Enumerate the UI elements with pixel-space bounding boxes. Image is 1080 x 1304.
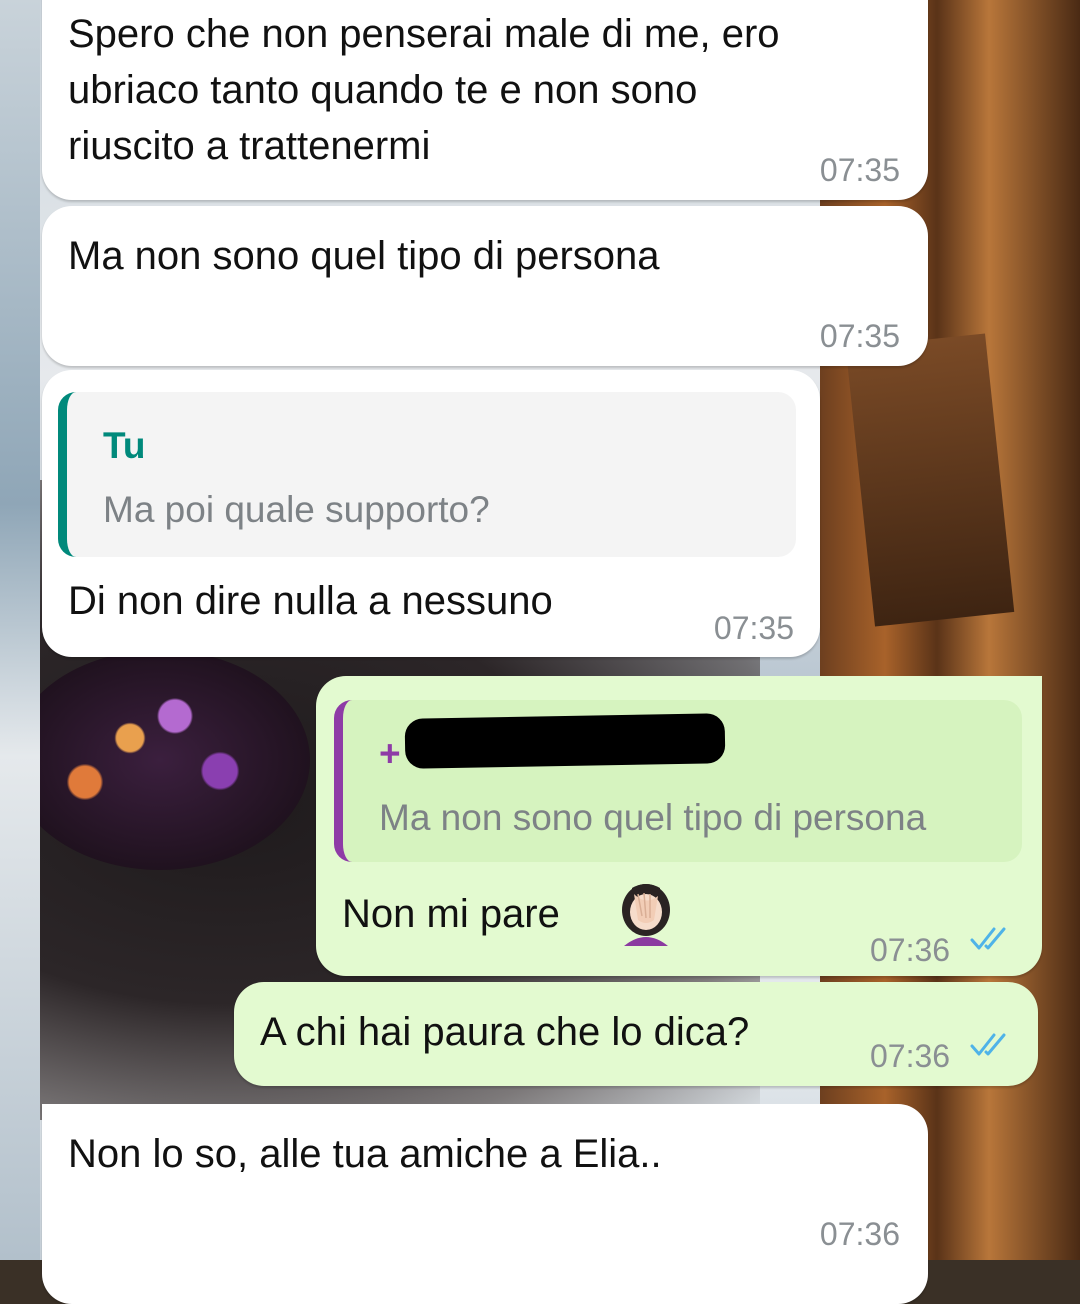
quoted-reply[interactable]: + Ma non sono quel tipo di persona — [334, 700, 1022, 862]
quoted-reply-text: Ma poi quale supporto? — [103, 489, 490, 530]
message-timestamp: 07:35 — [819, 152, 900, 188]
read-receipt-icon — [970, 927, 1006, 950]
message-bubble-incoming[interactable]: Tu Ma poi quale supporto? Di non dire nu… — [42, 370, 820, 657]
message-text: Non mi pare — [342, 892, 560, 936]
message-text: Ma non sono quel tipo di persona — [68, 234, 660, 278]
message-timestamp: 07:35 — [713, 610, 794, 646]
quoted-reply[interactable]: Tu Ma poi quale supporto? — [58, 392, 796, 557]
redacted-contact-number — [404, 713, 726, 769]
message-bubble-outgoing[interactable]: A chi hai paura che lo dica? 07:36 — [234, 982, 1038, 1086]
quoted-reply-text: Ma non sono quel tipo di persona — [379, 797, 927, 838]
message-list[interactable]: Spero che non penserai male di me, ero u… — [0, 0, 1080, 1304]
message-text: Di non dire nulla a nessuno — [68, 579, 553, 623]
woman-facepalming-icon — [622, 884, 670, 946]
message-bubble-incoming[interactable]: Spero che non penserai male di me, ero u… — [42, 0, 928, 200]
quoted-reply-author: + — [379, 733, 401, 774]
message-timestamp: 07:35 — [819, 318, 900, 354]
message-timestamp: 07:36 — [870, 1038, 951, 1074]
message-bubble-outgoing[interactable]: + Ma non sono quel tipo di persona Non m… — [316, 676, 1042, 976]
message-text: Non lo so, alle tua amiche a Elia.. — [68, 1132, 662, 1176]
message-bubble-incoming[interactable]: Non lo so, alle tua amiche a Elia.. 07:3… — [42, 1104, 928, 1304]
message-text: A chi hai paura che lo dica? — [260, 1010, 750, 1054]
message-timestamp: 07:36 — [819, 1216, 900, 1252]
read-receipt-icon — [970, 1033, 1006, 1056]
message-bubble-incoming[interactable]: Ma non sono quel tipo di persona 07:35 — [42, 206, 928, 366]
message-text: Spero che non penserai male di me, ero u… — [68, 12, 780, 168]
quoted-reply-author: Tu — [103, 425, 146, 466]
message-timestamp: 07:36 — [870, 932, 951, 968]
